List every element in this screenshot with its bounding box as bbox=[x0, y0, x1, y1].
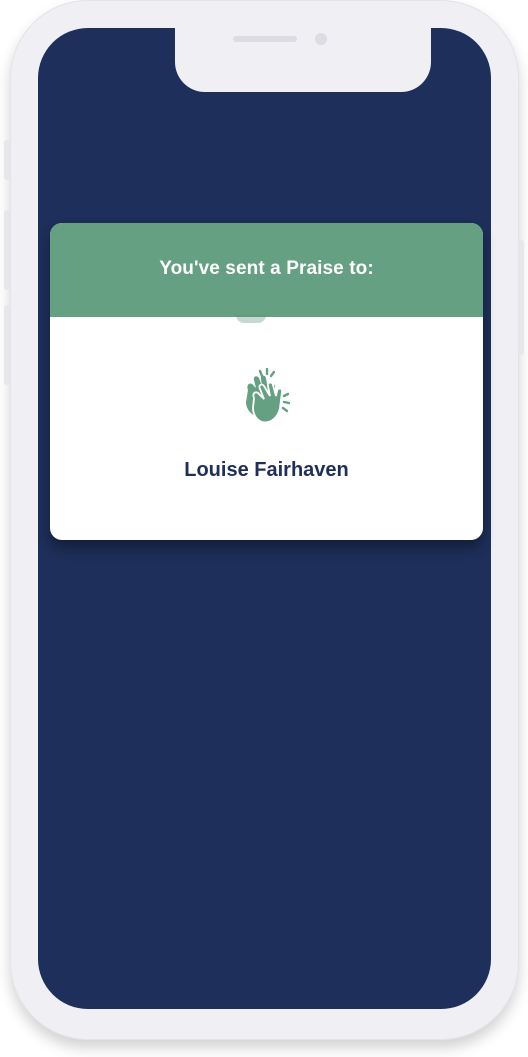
header-divider-tab bbox=[236, 315, 266, 323]
front-camera bbox=[315, 33, 327, 45]
power-button bbox=[518, 240, 524, 355]
dialog-header-text: You've sent a Praise to: bbox=[159, 258, 374, 279]
clapping-hands-icon bbox=[246, 368, 290, 424]
notch bbox=[175, 28, 431, 92]
mute-switch bbox=[4, 140, 10, 180]
volume-down-button bbox=[4, 305, 10, 385]
recipient-name: Louise Fairhaven bbox=[184, 459, 349, 481]
volume-up-button bbox=[4, 210, 10, 290]
dialog-header: You've sent a Praise to: bbox=[50, 223, 483, 317]
earpiece-speaker bbox=[233, 36, 297, 42]
